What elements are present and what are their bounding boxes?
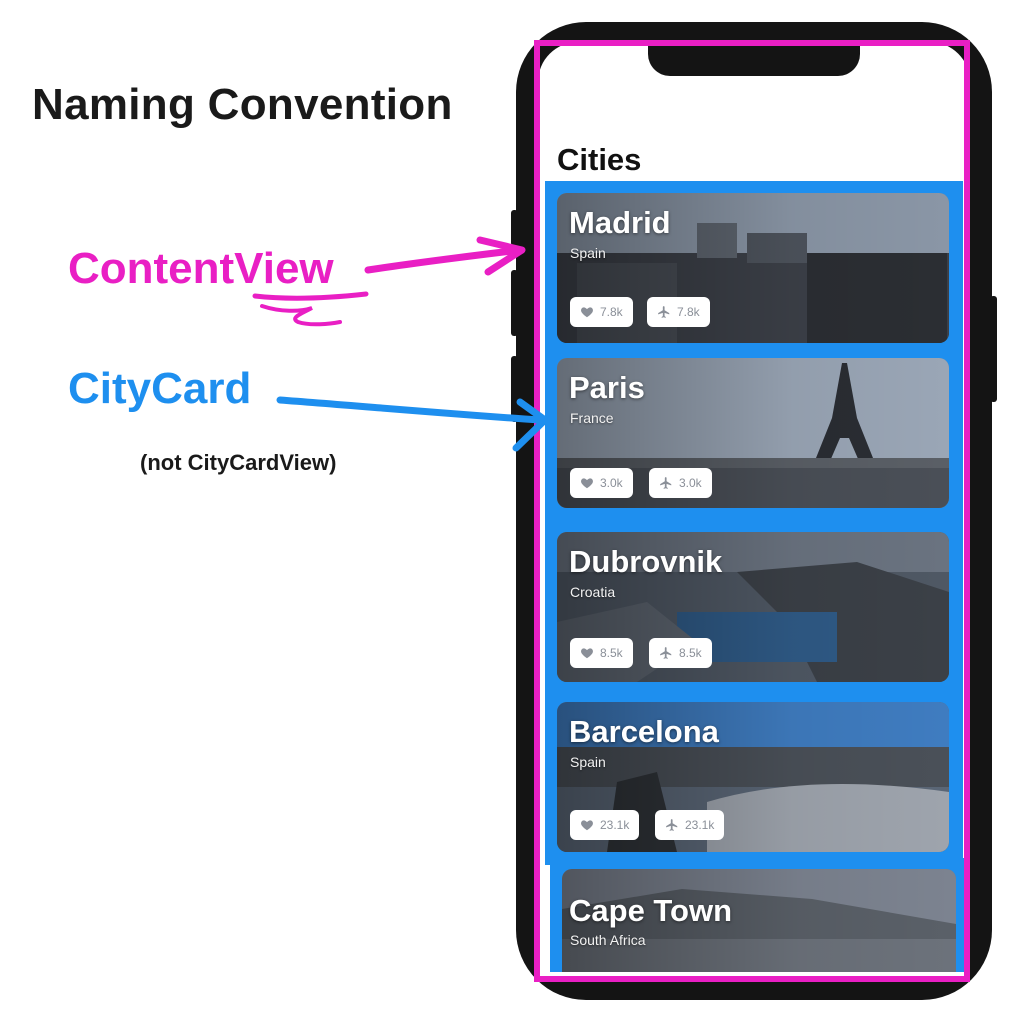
contentview-outline	[534, 40, 970, 982]
page-heading: Naming Convention	[32, 80, 453, 129]
citycard-arrow	[276, 396, 544, 424]
naming-note: (not CityCardView)	[140, 450, 337, 475]
contentview-label: ContentView	[68, 244, 334, 293]
volume-down-button	[511, 356, 518, 422]
underline-scribble	[260, 304, 342, 327]
mute-switch	[511, 210, 518, 246]
underline-scribble	[252, 291, 369, 301]
power-button	[990, 296, 997, 402]
contentview-arrow	[364, 246, 524, 274]
volume-up-button	[511, 270, 518, 336]
citycard-label: CityCard	[68, 364, 252, 413]
